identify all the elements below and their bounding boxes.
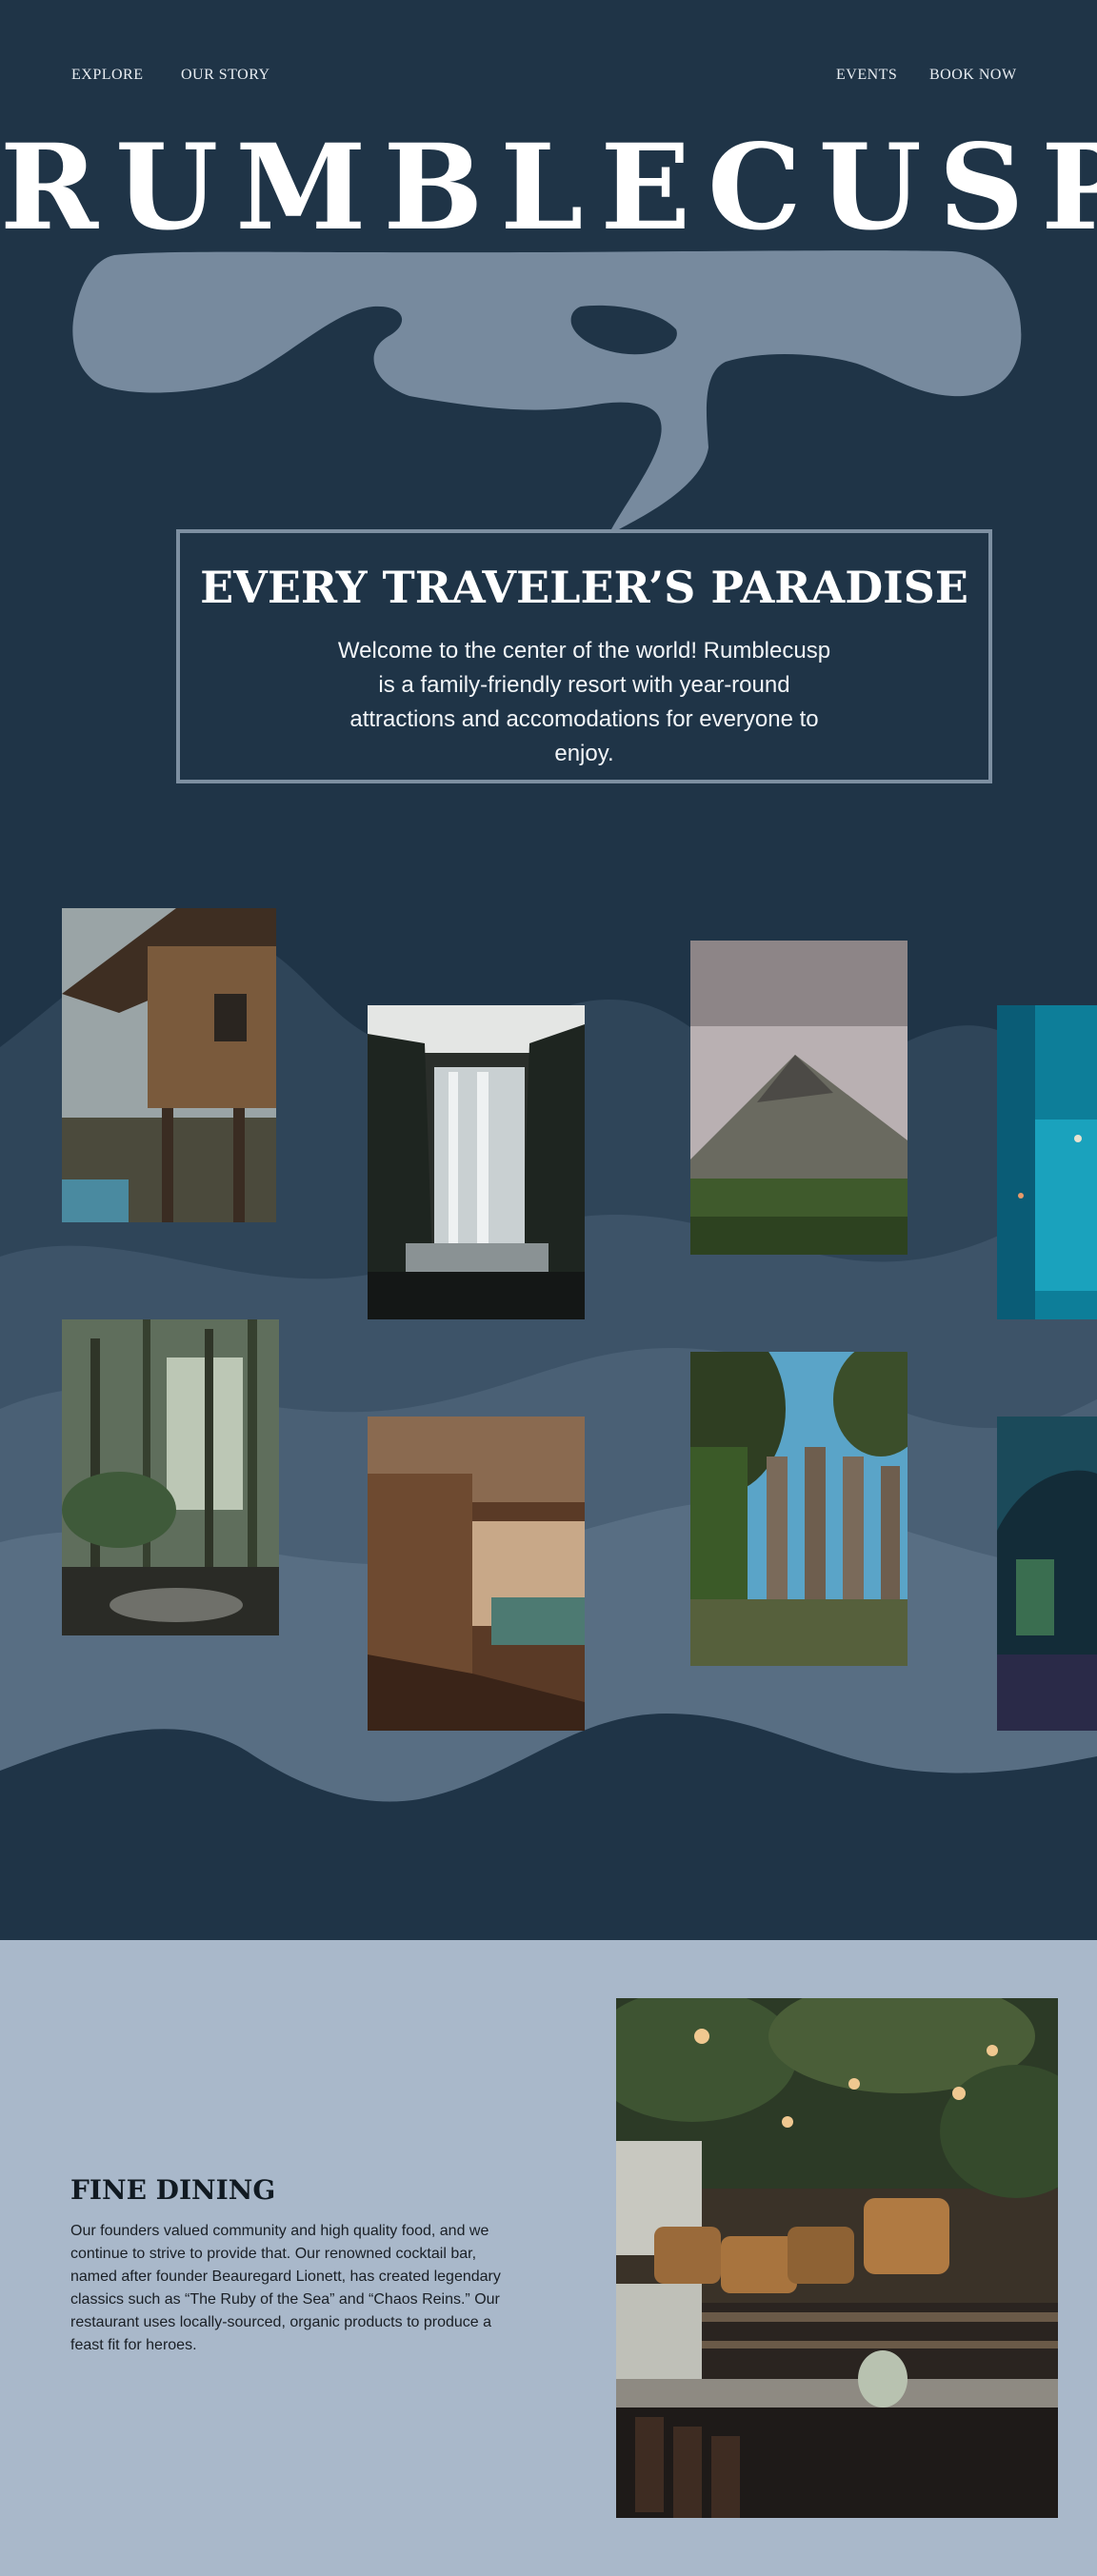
volcano-photo <box>690 941 908 1255</box>
nav-book-now-link[interactable]: BOOK NOW <box>929 67 1017 84</box>
nav-explore-link[interactable]: EXPLORE <box>71 67 144 84</box>
ruins-photo <box>690 1352 908 1666</box>
lagoon-photo <box>997 1005 1097 1319</box>
brand-title: RUMBLECUSP <box>0 119 1097 257</box>
fine-dining-section: FINE DINING Our founders valued communit… <box>0 1940 1097 2576</box>
cocktail-bar-photo <box>616 1998 1058 2518</box>
dining-text: Our founders valued community and high q… <box>70 2223 501 2353</box>
intro-title: EVERY TRAVELER’S PARADISE <box>200 562 968 613</box>
intro-box: EVERY TRAVELER’S PARADISE Welcome to the… <box>176 529 992 783</box>
dining-title: FINE DINING <box>70 2174 276 2206</box>
treehouse-photo <box>62 908 276 1222</box>
nav-our-story-link[interactable]: OUR STORY <box>181 67 270 84</box>
hero-section: EXPLORE OUR STORY EVENTS BOOK NOW RUMBLE… <box>0 0 1097 1940</box>
intro-text: Welcome to the center of the world! Rumb… <box>337 638 831 766</box>
jungle-photo <box>62 1319 279 1635</box>
cave-photo <box>368 1417 585 1731</box>
waterfall-photo <box>368 1005 585 1319</box>
aquarium-photo <box>997 1417 1097 1731</box>
nav-events-link[interactable]: EVENTS <box>836 67 897 84</box>
